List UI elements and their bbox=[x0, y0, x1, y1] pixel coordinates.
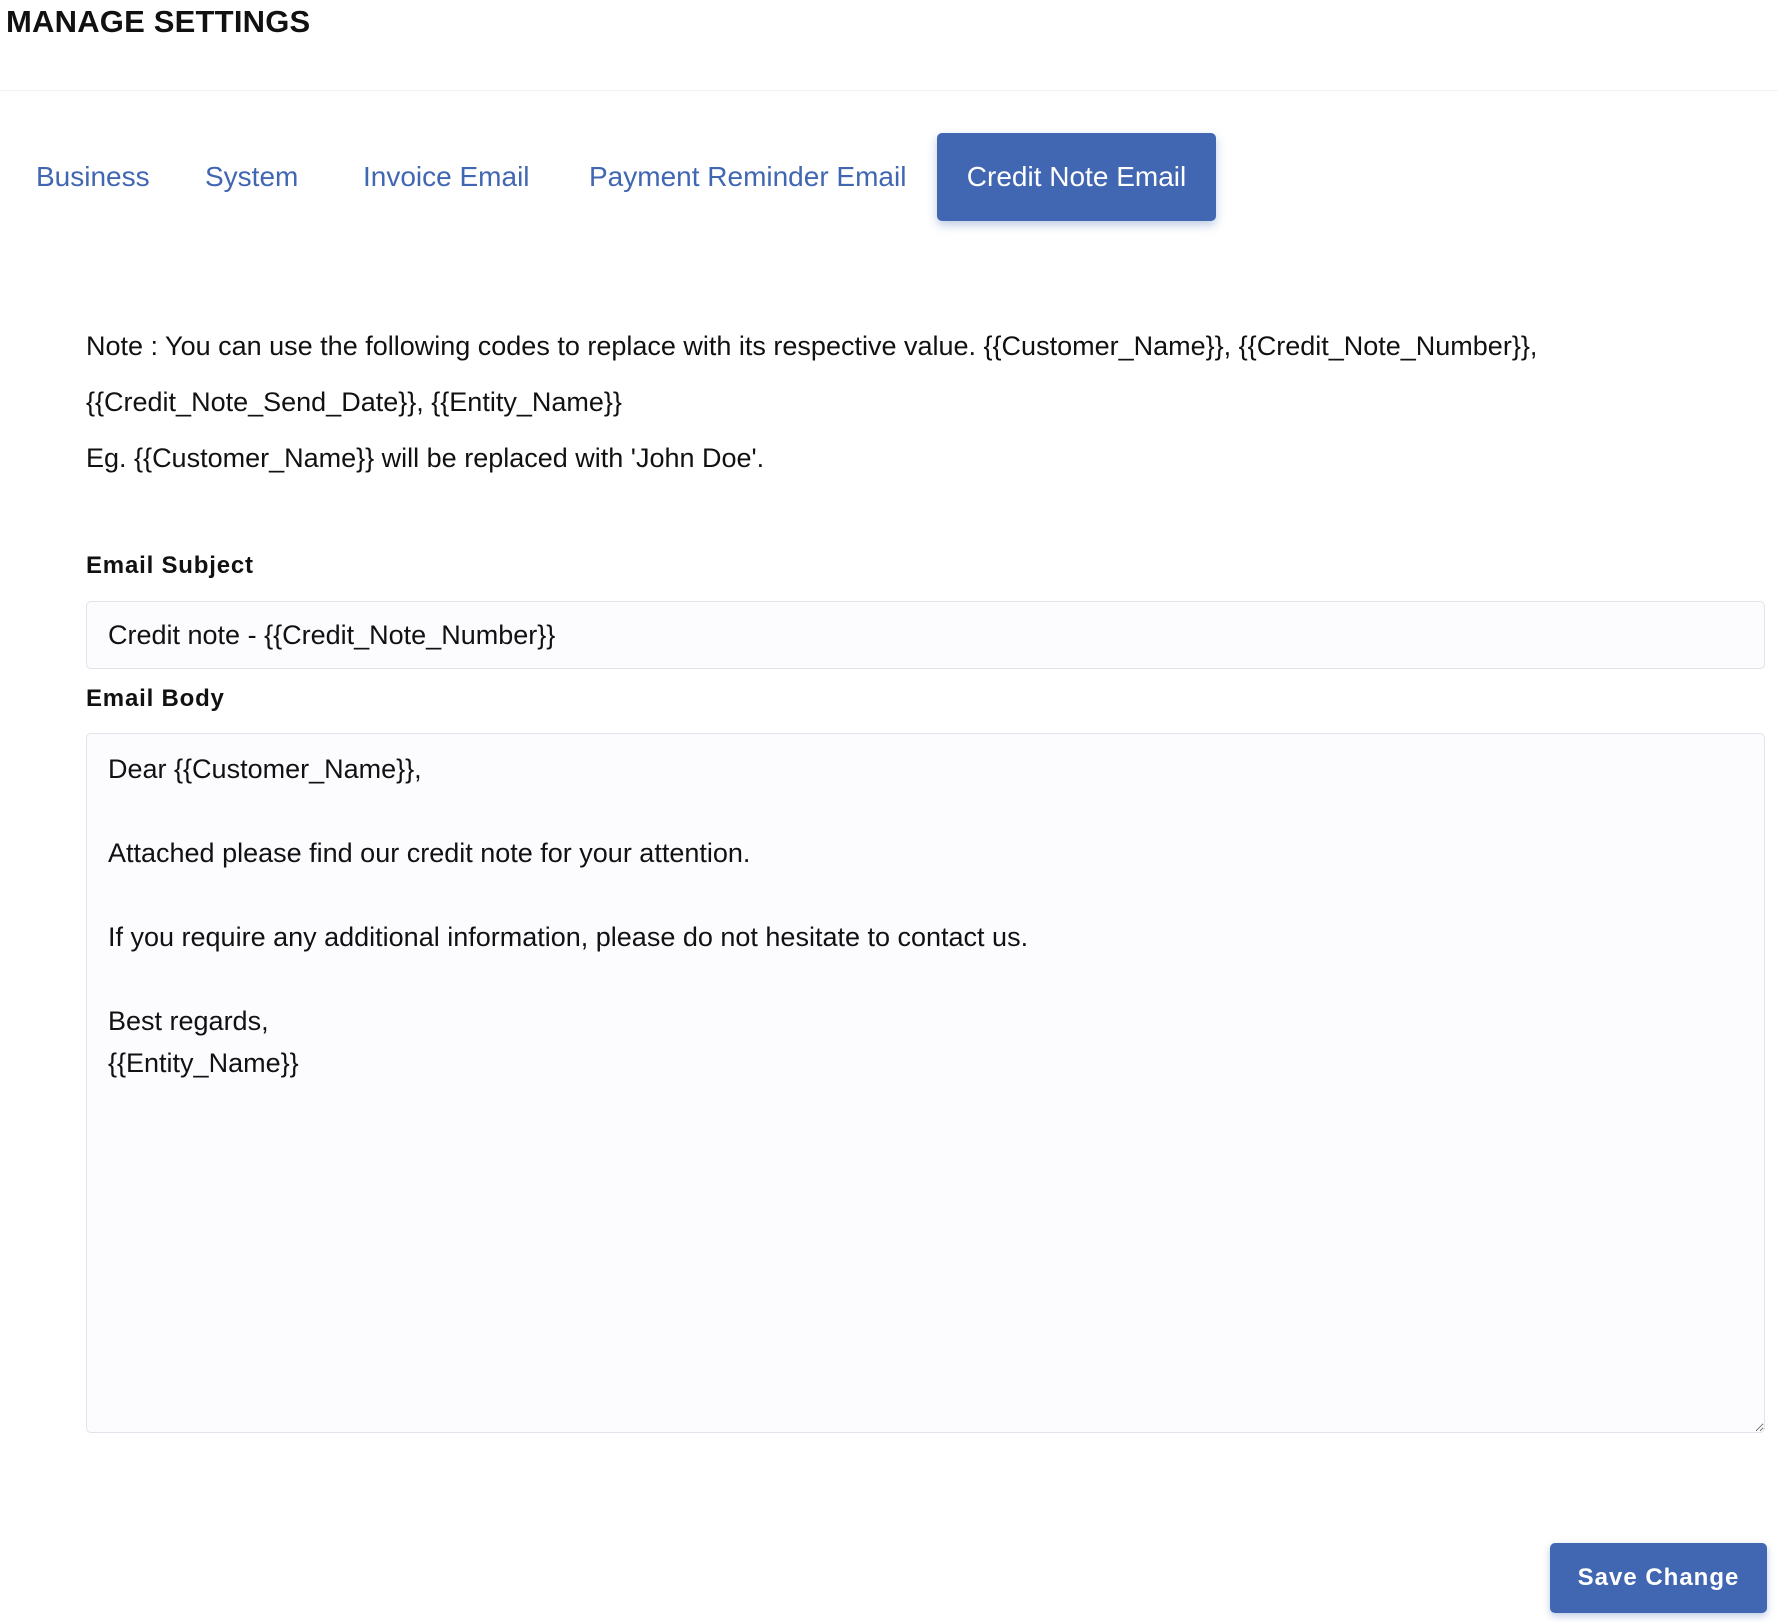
note-line-1: Note : You can use the following codes t… bbox=[86, 331, 1538, 361]
tab-business[interactable]: Business bbox=[36, 133, 150, 221]
email-body-textarea[interactable]: Dear {{Customer_Name}}, Attached please … bbox=[86, 733, 1765, 1433]
note-example-line: Eg. {{Customer_Name}} will be replaced w… bbox=[86, 443, 765, 473]
email-subject-input[interactable] bbox=[86, 601, 1765, 669]
placeholder-codes-note: Note : You can use the following codes t… bbox=[86, 318, 1736, 486]
note-line-2: {{Credit_Note_Send_Date}}, {{Entity_Name… bbox=[86, 387, 622, 417]
tab-invoice-email[interactable]: Invoice Email bbox=[363, 133, 530, 221]
email-subject-label: Email Subject bbox=[86, 552, 254, 579]
title-divider bbox=[0, 90, 1778, 91]
email-body-label: Email Body bbox=[86, 685, 225, 712]
tab-system[interactable]: System bbox=[205, 133, 298, 221]
save-change-button[interactable]: Save Change bbox=[1550, 1543, 1767, 1613]
page-title: MANAGE SETTINGS bbox=[6, 4, 311, 39]
manage-settings-page: MANAGE SETTINGS Business System Invoice … bbox=[0, 0, 1778, 1622]
tab-credit-note-email[interactable]: Credit Note Email bbox=[937, 133, 1216, 221]
tab-payment-reminder-email[interactable]: Payment Reminder Email bbox=[589, 133, 906, 221]
